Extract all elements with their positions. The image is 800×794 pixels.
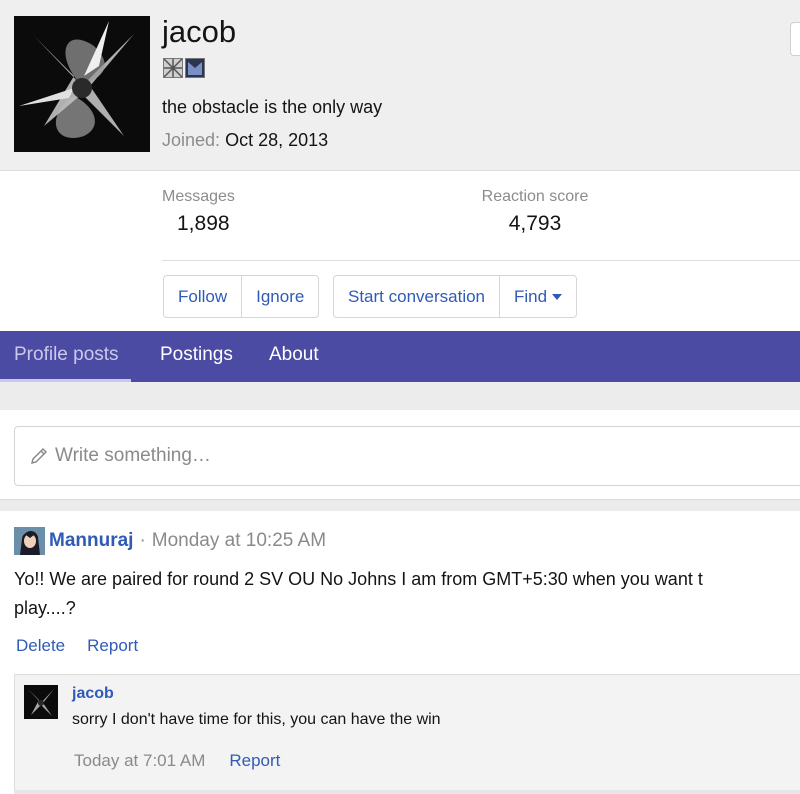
profile-username: jacob [162,14,237,49]
post-header: Mannuraj · Monday at 10:25 AM [14,527,326,555]
follow-ignore-group: Follow Ignore [163,275,320,318]
write-something-input[interactable]: Write something… [14,426,800,486]
profile-stats: Messages 1,898 Reaction score 4,793 [0,188,800,248]
header-menu-button[interactable] [790,22,800,56]
post-line-2: play....? [14,598,76,618]
reaction-label: Reaction score [481,188,589,205]
joined-label: Joined: [162,130,221,150]
start-conversation-button[interactable]: Start conversation [334,276,501,317]
write-placeholder: Write something… [55,445,211,466]
tab-profile-posts[interactable]: Profile posts [0,331,131,382]
caret-down-icon [552,293,563,300]
find-label: Find [514,286,548,306]
flag-badge-icon [185,58,205,78]
profile-status: the obstacle is the only way [162,97,383,117]
composer-divider [0,499,800,511]
profile-header: jacob the obstacle is the only way Joine… [0,0,800,171]
post-separator: · [139,530,146,551]
pencil-icon [30,447,48,465]
bottom-divider [14,790,800,794]
post-line-1: Yo!! We are paired for round 2 SV OU No … [14,569,703,589]
stats-divider [162,260,800,261]
post-body: Yo!! We are paired for round 2 SV OU No … [14,565,800,623]
profile-joined: Joined: Oct 28, 2013 [162,130,328,151]
profile-tabs: Profile posts Postings About [0,331,800,382]
ignore-button[interactable]: Ignore [242,276,318,317]
find-button[interactable]: Find [500,276,576,317]
tab-about[interactable]: About [269,331,319,382]
messages-value[interactable]: 1,898 [162,212,250,236]
trophy-badge-icon [163,58,183,78]
post-actions: Delete Report [16,636,138,656]
comment-reply: jacob sorry I don't have time for this, … [14,674,800,790]
conversation-find-group: Start conversation Find [333,275,578,318]
reply-timestamp[interactable]: Today at 7:01 AM [74,751,205,771]
delete-link[interactable]: Delete [16,636,65,656]
profile-avatar[interactable] [14,16,150,152]
stat-messages: Messages 1,898 [162,188,250,236]
post-author-link[interactable]: Mannuraj [49,530,133,552]
badge-row [163,58,205,78]
reply-meta: Today at 7:01 AM Report [74,751,280,771]
reply-report-link[interactable]: Report [229,751,280,771]
section-spacer [0,382,800,410]
messages-label: Messages [162,188,235,205]
post-author-avatar[interactable] [14,527,45,555]
report-link[interactable]: Report [87,636,138,656]
post-timestamp[interactable]: Monday at 10:25 AM [152,530,326,552]
reply-author-avatar[interactable] [24,685,58,719]
reply-author-link[interactable]: jacob [72,685,114,703]
follow-button[interactable]: Follow [164,276,243,317]
joined-date: Oct 28, 2013 [225,130,329,150]
stat-reaction-score: Reaction score 4,793 [470,188,600,236]
reaction-value[interactable]: 4,793 [470,212,600,236]
tab-postings[interactable]: Postings [160,331,233,382]
reply-body: sorry I don't have time for this, you ca… [72,711,441,728]
